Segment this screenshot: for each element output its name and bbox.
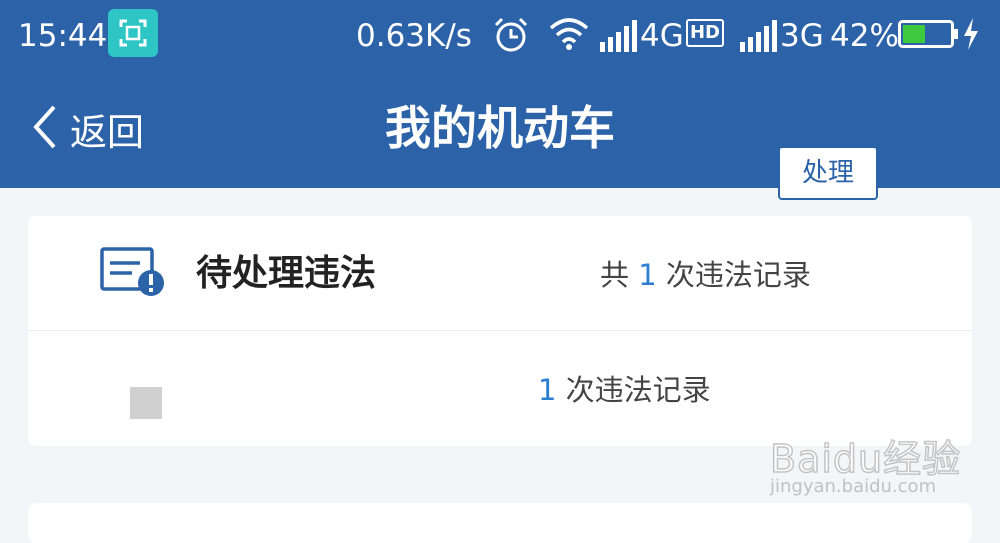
vehicle-count-number: 1 [538, 373, 557, 407]
violation-summary: 共 1 次违法记录 [600, 256, 811, 294]
signal-icon [600, 20, 640, 56]
card-header: 待处理违法 共 1 次违法记录 [28, 216, 972, 331]
alarm-clock-icon [492, 16, 530, 58]
hd-label: HD [689, 22, 720, 43]
summary-count: 1 [638, 258, 657, 292]
charging-icon [962, 18, 980, 54]
network-speed: 0.63K/s [356, 18, 472, 54]
wifi-icon [548, 16, 590, 56]
hd-icon: HD [686, 19, 724, 47]
network-type-2: 3G [780, 18, 824, 54]
card-title: 待处理违法 [196, 253, 377, 294]
watermark-main: Baidu经验 [769, 436, 962, 482]
next-card [28, 503, 972, 543]
status-bar: 15:44 0.63K/s 4G HD 3G 42% [0, 0, 1000, 72]
signal-icon-2 [740, 20, 780, 56]
vehicle-violation-count: 1 次违法记录 [538, 371, 711, 409]
network-type-1: 4G [640, 18, 684, 54]
battery-icon [898, 20, 960, 52]
summary-suffix: 次违法记录 [665, 258, 811, 292]
vehicle-image-placeholder [130, 387, 162, 419]
violation-notice-icon [100, 246, 166, 302]
baidu-watermark: Baidu经验 jingyan.baidu.com [769, 418, 970, 498]
watermark-sub: jingyan.baidu.com [770, 476, 937, 497]
process-button[interactable]: 处理 [778, 146, 878, 200]
status-time: 15:44 [18, 18, 108, 54]
vehicle-count-suffix: 次违法记录 [565, 373, 711, 407]
summary-prefix: 共 [600, 258, 630, 292]
pending-violations-card: 待处理违法 共 1 次违法记录 1 次违法记录 [28, 216, 972, 446]
scan-icon [108, 9, 158, 57]
battery-percent: 42% [830, 18, 899, 54]
